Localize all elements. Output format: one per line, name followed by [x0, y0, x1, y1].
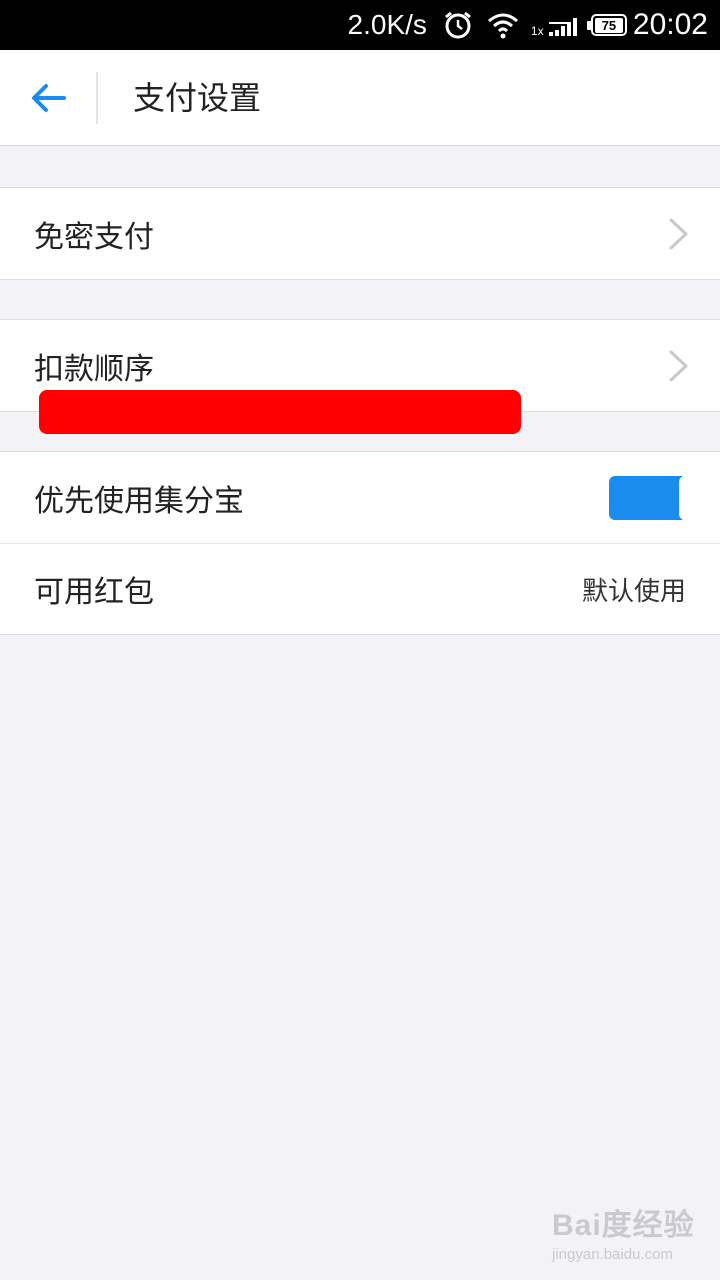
- free-pay-label: 免密支付: [34, 219, 154, 255]
- clock: 20:02: [632, 8, 708, 41]
- alarm-icon: [443, 10, 473, 40]
- network-speed: 2.0K/s: [347, 9, 427, 40]
- red-packet-label: 可用红包: [34, 575, 154, 610]
- prefer-jifenbao-row: 优先使用集分宝: [0, 452, 720, 543]
- nav-divider: [96, 72, 98, 124]
- status-bar: 2.0K/s 1x 75 20:02: [0, 0, 720, 50]
- page-title: 支付设置: [133, 79, 262, 117]
- settings-group-points: 优先使用集分宝 可用红包 默认使用: [0, 451, 720, 635]
- wifi-icon: [487, 11, 519, 39]
- settings-group-free-pay: 免密支付: [0, 187, 720, 280]
- red-packet-value: 默认使用: [581, 576, 686, 607]
- watermark-url: jingyan.baidu.com: [552, 1246, 673, 1263]
- red-packet-row[interactable]: 可用红包 默认使用: [0, 543, 720, 634]
- battery-level: 75: [594, 17, 623, 33]
- deduct-order-label: 扣款顺序: [34, 351, 154, 387]
- baidu-watermark: Bai度经验 jingyan.baidu.com: [552, 1200, 702, 1270]
- prefer-jifenbao-toggle[interactable]: [609, 475, 687, 520]
- signal-label: 1x: [530, 24, 544, 38]
- signal-icon: 1x: [530, 10, 577, 40]
- battery-icon: 75: [586, 14, 627, 36]
- chevron-right-icon: [669, 218, 688, 249]
- chevron-right-icon: [669, 350, 688, 381]
- free-pay-row[interactable]: 免密支付: [0, 188, 720, 279]
- prefer-jifenbao-label: 优先使用集分宝: [34, 483, 244, 519]
- toggle-knob: [679, 475, 687, 520]
- redaction-mark: [39, 390, 521, 434]
- back-button[interactable]: [24, 74, 72, 122]
- watermark-logo: Bai度经验: [552, 1209, 695, 1242]
- nav-bar: 支付设置: [0, 50, 720, 146]
- arrow-left-icon: [32, 84, 66, 112]
